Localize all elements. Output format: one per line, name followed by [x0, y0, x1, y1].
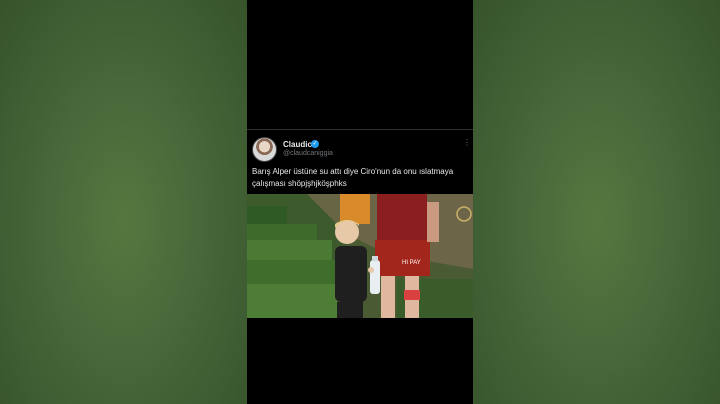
verified-badge-icon: ✓: [311, 140, 319, 148]
top-divider: [247, 129, 473, 130]
water-bottle: [370, 260, 380, 294]
tweet-media-image[interactable]: HI PAY: [247, 194, 473, 318]
tweet-text: Barış Alper üstüne su attı diye Ciro'nun…: [252, 167, 454, 188]
author-handle[interactable]: @claudcaniggia: [283, 150, 333, 157]
media-scene: HI PAY: [247, 194, 473, 318]
more-options-icon[interactable]: ⋮: [463, 139, 471, 153]
blurred-background-right: [473, 0, 720, 404]
author-name[interactable]: Claudio: [283, 140, 312, 149]
avatar[interactable]: [252, 137, 277, 162]
video-frame[interactable]: Claudio ✓ @claudcaniggia ⋮ Barış Alper ü…: [247, 0, 473, 404]
blurred-background-left: [0, 0, 247, 404]
jersey-sponsor-text: HI PAY: [402, 260, 421, 266]
